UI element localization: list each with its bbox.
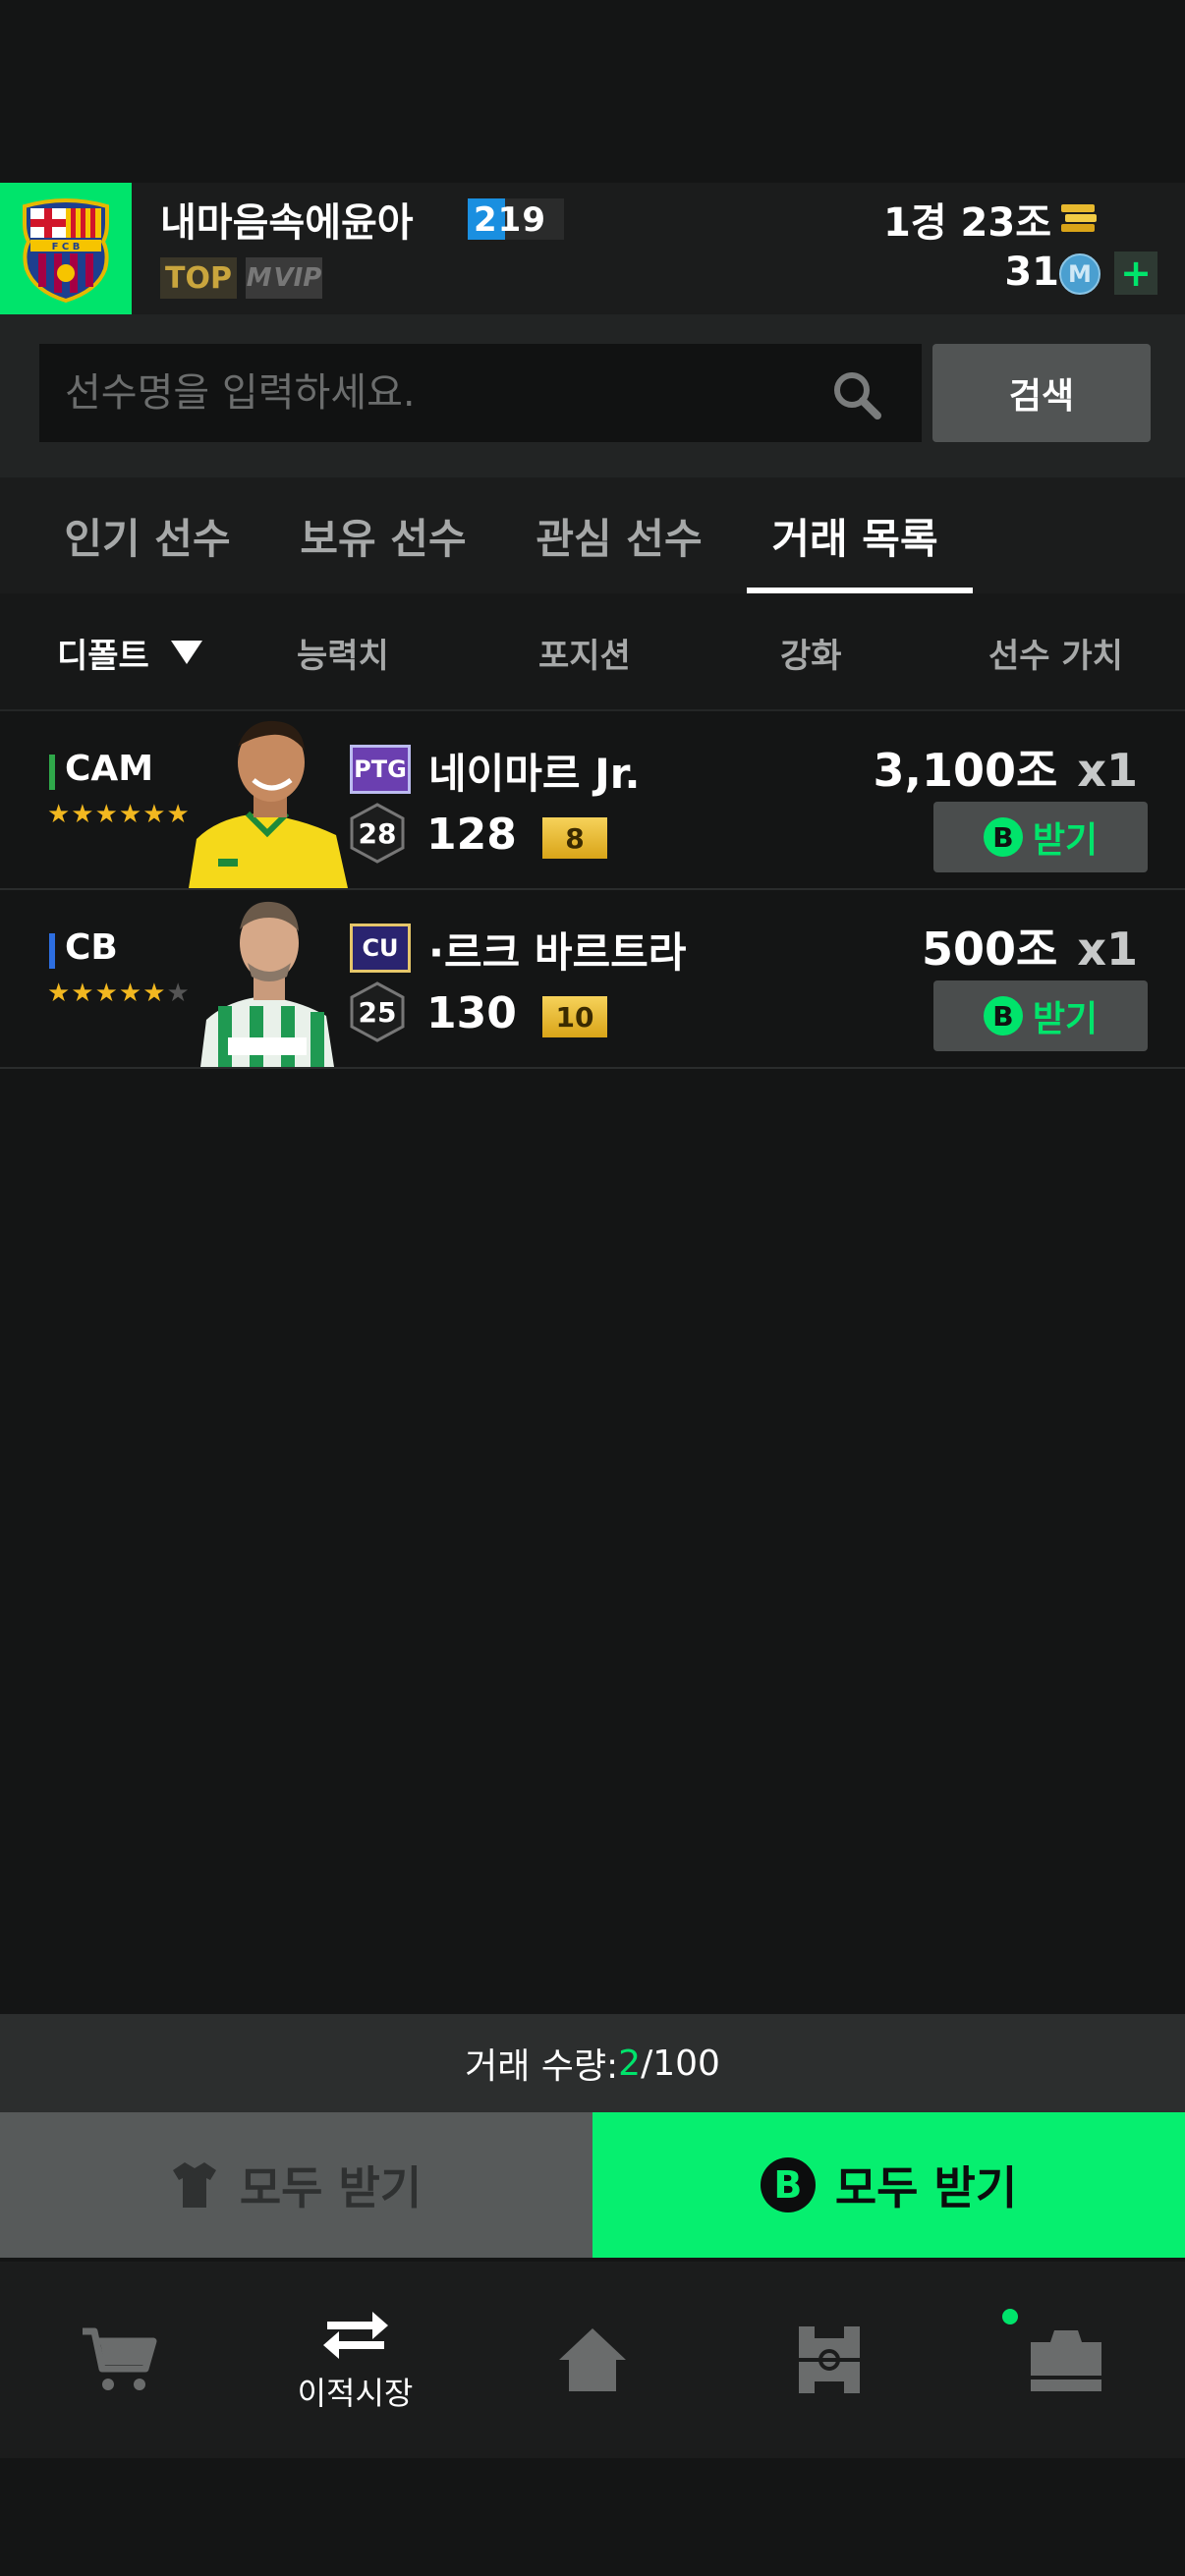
level-value: 219 [474,200,546,240]
bottom-navigation: 이적시장 [0,2262,1185,2458]
season-badge: CU [350,924,411,973]
sort-default-dropdown[interactable]: 디폴트 [57,593,202,711]
pay-hexagon: 28 [350,803,405,864]
profile-header: F C B 내마음속에윤아 219 TOP M VIP 1경 23조 31 M + [0,183,1185,314]
player-photo-neymar [189,720,348,888]
add-m-button[interactable]: + [1114,252,1157,295]
trade-count-current: 2 [618,2043,642,2084]
player-name: ·르크 바르트라 [428,928,687,977]
player-name: 네이마르 Jr. [428,750,641,798]
quantity: x1 [1077,923,1138,976]
m-amount: 31 [1004,250,1059,295]
sort-position[interactable]: 포지션 [538,593,631,711]
jersey-icon [172,2162,216,2208]
search-icon[interactable] [831,369,882,420]
tab-trade-list[interactable]: 거래 목록 [737,477,973,593]
player-price: 3,100조 x1 [873,735,1138,800]
season-badge: PTG [350,745,411,794]
nav-shop[interactable] [0,2262,237,2458]
receive-button[interactable]: B 받기 [933,980,1148,1051]
trade-list-row[interactable]: CAM ★★★★★★ PTG 28 네이마르 Jr. 128 8 3,100조 x… [0,711,1185,890]
bp-coin-icon [1061,204,1097,232]
receive-all-bp-label: 모두 받기 [834,2161,1018,2214]
player-portrait [189,711,348,888]
receive-button[interactable]: B 받기 [933,802,1148,872]
trade-list-row[interactable]: CB ★★★★★★ CU 25 ·르크 바르트라 130 10 500조 x1 B… [0,890,1185,1069]
nav-home[interactable] [474,2262,710,2458]
home-icon [558,2328,626,2391]
receive-label: 받기 [1032,820,1099,861]
player-search-input[interactable] [39,344,922,442]
sort-bar: 디폴트 능력치 포지션 강화 선수 가치 [0,593,1185,711]
bp-amount: 1경 23조 [882,200,1051,246]
status-bar-area [0,0,1185,183]
player-photo-bartra [200,901,334,1067]
player-pay: 25 [359,996,397,1029]
enhancement-grade: 10 [542,996,607,1037]
nav-club[interactable] [947,2262,1184,2458]
trade-count-label: 거래 수량: [465,2046,619,2087]
sort-default-label: 디폴트 [57,636,149,676]
tab-watchlist-players[interactable]: 관심 선수 [501,477,737,593]
receive-all-buttons: 모두 받기 B 모두 받기 [0,2112,1185,2258]
receive-all-bp-button[interactable]: B 모두 받기 [592,2112,1185,2258]
player-ovr: 130 [426,988,517,1038]
quantity: x1 [1077,744,1138,797]
b-coin-icon: B [983,817,1023,857]
username: 내마음속에윤아 [160,200,414,246]
briefcase-icon [1030,2330,1101,2391]
m-coin-icon: M [1059,253,1100,295]
price-value: 500조 [921,923,1058,976]
player-price: 500조 x1 [922,914,1138,979]
position-color-bar [49,933,55,969]
cart-icon [82,2327,156,2390]
star-rating: ★★★★★★ [47,979,191,1008]
search-button[interactable]: 검색 [932,344,1151,442]
star-rating: ★★★★★★ [47,800,191,829]
vip-badge[interactable]: M VIP [246,257,322,299]
fcb-crest-icon: F C B [23,198,109,303]
level-badge: 219 [468,198,564,240]
price-value: 3,100조 [873,744,1058,797]
tab-bar: 인기 선수 보유 선수 관심 선수 거래 목록 [0,477,1185,593]
player-pay: 28 [359,817,397,850]
receive-all-items-button[interactable]: 모두 받기 [0,2112,592,2258]
nav-transfer-market[interactable]: 이적시장 [237,2262,474,2458]
club-emblem[interactable]: F C B [0,183,132,314]
position-color-bar [49,755,55,790]
tab-popular-players[interactable]: 인기 선수 [29,477,265,593]
sort-ability[interactable]: 능력치 [297,593,389,711]
enhancement-grade: 8 [542,817,607,859]
svg-text:F C B: F C B [52,242,81,252]
player-ovr: 128 [426,810,517,860]
receive-all-items-label: 모두 받기 [239,2161,423,2214]
nav-transfer-label: 이적시장 [297,2375,414,2412]
player-position: CB [65,927,118,968]
receive-label: 받기 [1032,999,1099,1039]
search-bar: 검색 [0,314,1185,477]
player-position: CAM [65,749,154,789]
player-portrait [189,890,348,1067]
sort-player-value[interactable]: 선수 가치 [988,593,1123,711]
nav-squad[interactable] [710,2262,947,2458]
notification-dot [1002,2309,1018,2324]
pay-hexagon: 25 [350,981,405,1042]
b-coin-icon: B [983,996,1023,1036]
b-coin-icon: B [760,2157,816,2212]
trade-count-max: /100 [641,2043,720,2084]
vip-m-icon: M [246,263,272,293]
transfer-arrows-icon [322,2312,388,2359]
tab-owned-players[interactable]: 보유 선수 [265,477,501,593]
dropdown-caret-icon [170,641,202,664]
trade-count: 거래 수량: 2/100 [0,2014,1185,2112]
pitch-icon [798,2326,860,2393]
sort-enhancement[interactable]: 강화 [780,593,842,711]
vip-label: VIP [273,263,322,293]
top-badge[interactable]: TOP [160,257,237,299]
